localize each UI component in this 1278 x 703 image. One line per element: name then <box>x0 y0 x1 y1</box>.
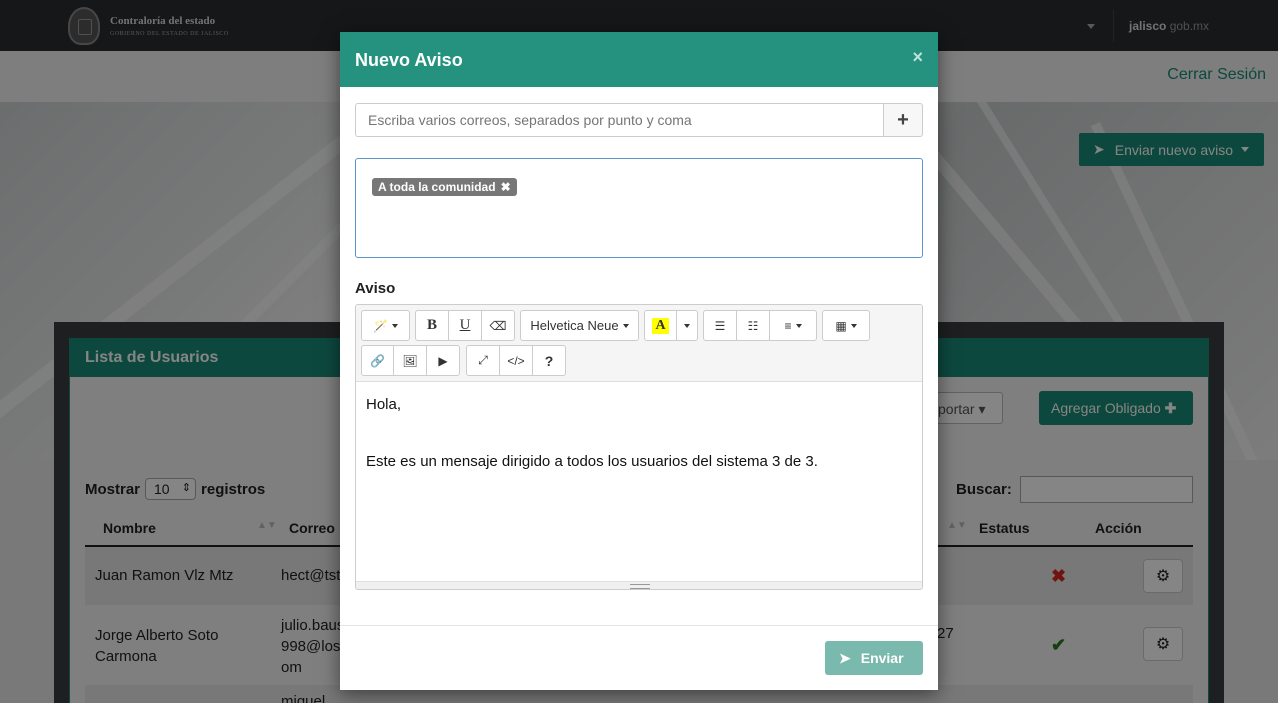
video-button[interactable]: ▶ <box>427 346 459 375</box>
eraser-button[interactable]: ⌫ <box>482 311 514 340</box>
style-button[interactable]: 🪄 <box>362 311 409 340</box>
code-icon: </> <box>507 353 525 368</box>
help-button[interactable]: ? <box>533 346 565 375</box>
video-icon: ▶ <box>438 353 448 368</box>
bullet-list-icon: ☰ <box>714 318 726 333</box>
modal-header: Nuevo Aviso × <box>340 32 938 87</box>
style-group: 🪄 <box>361 310 410 341</box>
eraser-icon: ⌫ <box>489 318 507 333</box>
picture-button[interactable]: 🖼 <box>394 346 427 375</box>
link-icon: 🔗 <box>370 353 385 368</box>
fullscreen-icon: ⤢ <box>478 353 488 367</box>
numbered-list-icon: ☷ <box>747 318 759 333</box>
body-line-message: Este es un mensaje dirigido a todos los … <box>366 453 818 470</box>
recipient-tag-label: A toda la comunidad <box>378 180 496 194</box>
paragraph-group: ☰ ☷ ≡ <box>703 310 817 341</box>
font-family-label: Helvetica Neue <box>530 318 619 333</box>
body-line-greeting: Hola, <box>366 396 402 413</box>
font-style-group: B U ⌫ <box>415 310 515 341</box>
ordered-list-button[interactable]: ☷ <box>737 311 770 340</box>
highlight-a-icon: A <box>652 317 669 334</box>
send-label: Enviar <box>860 650 904 666</box>
magic-wand-icon: 🪄 <box>373 318 388 333</box>
picture-icon: 🖼 <box>402 353 418 368</box>
fullscreen-button[interactable]: ⤢ <box>467 346 500 375</box>
editor-resize-handle[interactable] <box>356 581 922 589</box>
underline-button[interactable]: U <box>449 311 482 340</box>
modal-title: Nuevo Aviso <box>355 50 463 70</box>
emails-input[interactable] <box>355 103 883 137</box>
unordered-list-button[interactable]: ☰ <box>704 311 737 340</box>
notice-label: Aviso <box>355 280 396 297</box>
codeview-button[interactable]: </> <box>500 346 533 375</box>
editor-content[interactable]: Hola, Este es un mensaje dirigido a todo… <box>356 382 922 582</box>
align-button[interactable]: ≡ <box>770 311 816 340</box>
table-button[interactable]: ▦ <box>823 311 869 340</box>
color-group: A <box>644 310 698 341</box>
table-group: ▦ <box>822 310 870 341</box>
paper-plane-icon: ➤ <box>839 649 851 666</box>
close-icon[interactable]: × <box>912 47 923 68</box>
send-button[interactable]: ➤ Enviar <box>825 641 923 675</box>
table-icon: ▦ <box>835 318 847 333</box>
highlight-color-button[interactable]: A <box>645 311 677 340</box>
remove-tag-icon[interactable]: ✖ <box>501 180 511 194</box>
insert-group: 🔗 🖼 ▶ <box>361 345 460 376</box>
rich-text-editor: 🪄 B U ⌫ Helvetica Neue A ☰ ☷ ≡ ▦ 🔗 🖼 ▶ ⤢… <box>355 304 923 590</box>
editor-toolbar: 🪄 B U ⌫ Helvetica Neue A ☰ ☷ ≡ ▦ 🔗 🖼 ▶ ⤢… <box>356 305 922 382</box>
email-input-group: + <box>355 103 923 137</box>
link-button[interactable]: 🔗 <box>362 346 394 375</box>
view-group: ⤢ </> ? <box>466 345 566 376</box>
font-family-group: Helvetica Neue <box>520 310 639 341</box>
recipients-box[interactable]: A toda la comunidad ✖ <box>355 158 923 258</box>
align-icon: ≡ <box>784 318 792 333</box>
bold-button[interactable]: B <box>416 311 449 340</box>
recipient-tag: A toda la comunidad ✖ <box>372 178 517 196</box>
font-family-select[interactable]: Helvetica Neue <box>521 311 638 340</box>
color-dropdown-button[interactable] <box>677 311 697 340</box>
help-icon: ? <box>544 352 554 369</box>
add-email-button[interactable]: + <box>883 103 923 137</box>
new-notice-modal: Nuevo Aviso × + A toda la comunidad ✖ Av… <box>340 32 938 690</box>
